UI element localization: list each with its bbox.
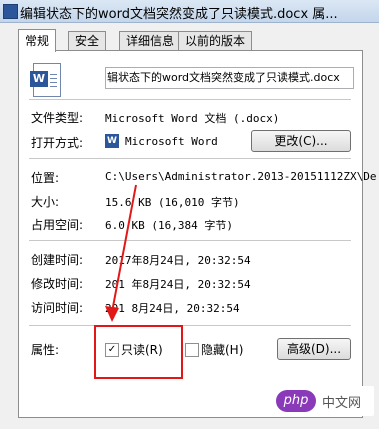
tab-general[interactable]: 常规	[18, 29, 57, 52]
annotation-arrow	[105, 184, 137, 322]
site-watermark: php 中文网	[268, 386, 374, 416]
watermark-text: 中文网	[322, 396, 362, 411]
php-logo: php	[276, 390, 316, 412]
